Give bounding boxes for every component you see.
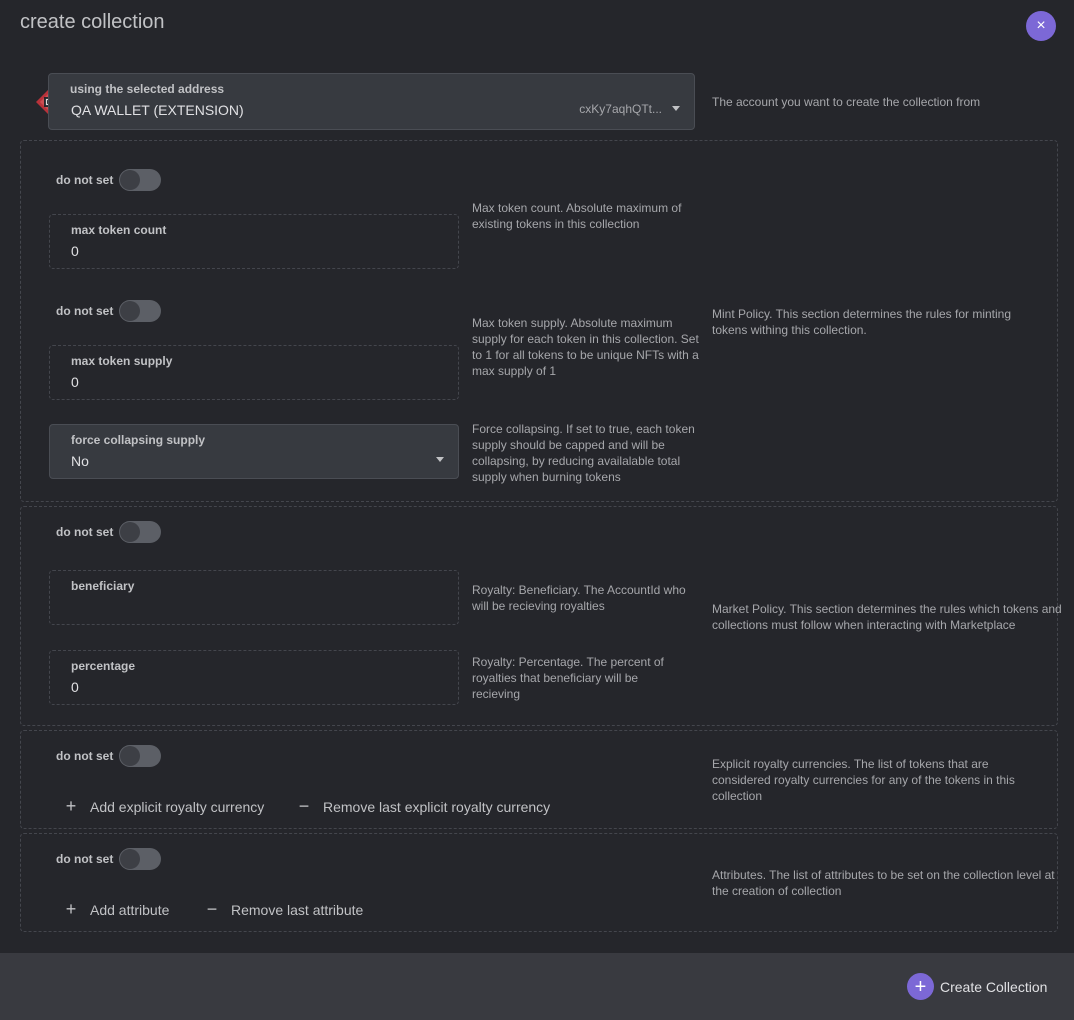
market-policy-do-not-set-toggle[interactable] (119, 521, 162, 543)
beneficiary-input[interactable]: beneficiary (49, 570, 459, 625)
toggle-label: do not set (56, 749, 114, 763)
add-attribute-button[interactable]: + Add attribute (64, 899, 170, 920)
field-label: max token supply (71, 354, 173, 368)
max-token-count-toggle-row: do not set (56, 169, 162, 191)
toggle-knob (120, 170, 141, 190)
mint-policy-description: Mint Policy. This section determines the… (712, 307, 1012, 337)
toggle-knob (120, 746, 141, 766)
add-attribute-label: Add attribute (90, 901, 170, 918)
add-royalty-currency-label: Add explicit royalty currency (90, 798, 265, 815)
plus-icon: + (65, 899, 77, 919)
page-title: create collection (20, 11, 165, 33)
close-icon: × (1036, 17, 1046, 34)
market-policy-description: Market Policy. This section determines t… (712, 602, 1062, 632)
plus-icon: + (907, 973, 934, 1000)
add-royalty-currency-button[interactable]: + Add explicit royalty currency (64, 796, 265, 817)
toggle-knob (120, 849, 141, 869)
account-description: The account you want to create the colle… (712, 95, 981, 109)
market-policy-toggle-row: do not set (56, 521, 162, 543)
field-label: max token count (71, 223, 167, 237)
field-value: No (71, 453, 89, 469)
max-token-count-do-not-set-toggle[interactable] (119, 169, 162, 191)
toggle-knob (120, 301, 141, 321)
royalty-currencies-toggle-row: do not set (56, 745, 162, 767)
max-token-supply-input[interactable]: max token supply 0 (49, 345, 459, 400)
account-select[interactable]: using the selected address QA WALLET (EX… (48, 73, 695, 130)
attributes-description: Attributes. The list of attributes to be… (712, 868, 1055, 898)
royalty-currencies-description: Explicit royalty currencies. The list of… (712, 757, 1015, 803)
toggle-label: do not set (56, 852, 114, 866)
account-name: QA WALLET (EXTENSION) (71, 102, 244, 118)
force-collapsing-description: Force collapsing. If set to true, each t… (472, 422, 695, 484)
remove-royalty-currency-label: Remove last explicit royalty currency (323, 798, 551, 815)
max-token-supply-description: Max token supply. Absolute maximum suppl… (472, 316, 699, 378)
toggle-label: do not set (56, 304, 114, 318)
toggle-knob (120, 522, 141, 542)
field-label: percentage (71, 659, 136, 673)
max-token-count-description: Max token count. Absolute maximum of exi… (472, 201, 682, 231)
create-collection-button[interactable]: + Create Collection (907, 973, 1047, 1000)
max-token-count-input[interactable]: max token count 0 (49, 214, 459, 269)
close-button[interactable]: × (1026, 11, 1056, 41)
minus-icon: − (206, 899, 218, 919)
toggle-label: do not set (56, 525, 114, 539)
max-token-supply-toggle-row: do not set (56, 300, 162, 322)
beneficiary-description: Royalty: Beneficiary. The AccountId who … (472, 583, 686, 613)
account-select-label: using the selected address (70, 82, 225, 96)
percentage-input[interactable]: percentage 0 (49, 650, 459, 705)
toggle-label: do not set (56, 173, 114, 187)
max-token-supply-do-not-set-toggle[interactable] (119, 300, 162, 322)
field-label: beneficiary (71, 579, 135, 593)
field-value: 0 (71, 679, 79, 695)
chevron-down-icon (436, 457, 444, 462)
attributes-do-not-set-toggle[interactable] (119, 848, 162, 870)
minus-icon: − (298, 796, 310, 816)
remove-attribute-button[interactable]: − Remove last attribute (205, 899, 364, 920)
force-collapsing-select[interactable]: force collapsing supply No (49, 424, 459, 479)
royalty-currencies-do-not-set-toggle[interactable] (119, 745, 162, 767)
field-label: force collapsing supply (71, 433, 206, 447)
chevron-down-icon (672, 106, 680, 111)
create-collection-label: Create Collection (940, 978, 1048, 995)
plus-icon: + (65, 796, 77, 816)
remove-attribute-label: Remove last attribute (231, 901, 364, 918)
field-value: 0 (71, 374, 79, 390)
percentage-description: Royalty: Percentage. The percent of roya… (472, 655, 664, 701)
account-address: cxKy7aqhQTt... (579, 102, 662, 116)
attributes-toggle-row: do not set (56, 848, 162, 870)
field-value: 0 (71, 243, 79, 259)
remove-royalty-currency-button[interactable]: − Remove last explicit royalty currency (297, 796, 550, 817)
